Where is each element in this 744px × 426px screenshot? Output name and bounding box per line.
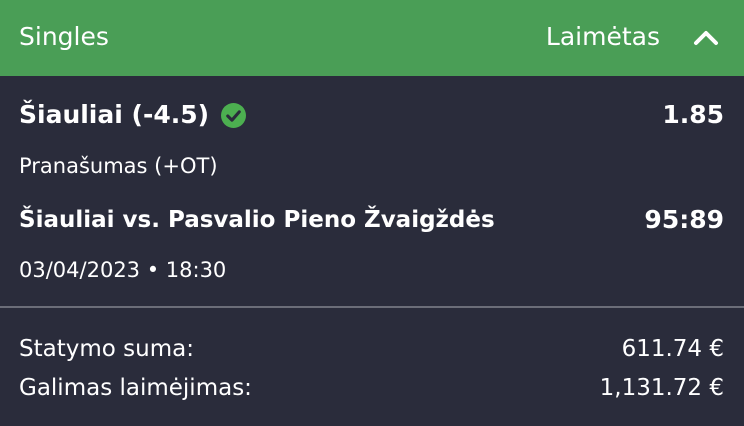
event-datetime: 03/04/2023 • 18:30 xyxy=(19,258,227,282)
bet-header[interactable]: Singles Laimėtas xyxy=(0,0,744,76)
stake-value: 611.74 € xyxy=(621,336,724,362)
potential-win-label: Galimas laimėjimas: xyxy=(19,375,252,401)
event-score: 95:89 xyxy=(644,205,724,234)
bet-type-title: Singles xyxy=(19,22,109,51)
selection-odds: 1.85 xyxy=(662,100,724,129)
selection-name: Šiauliai (-4.5) xyxy=(19,100,210,129)
divider xyxy=(0,306,744,308)
chevron-up-icon xyxy=(694,31,718,45)
selection-row: Šiauliai (-4.5) xyxy=(19,98,247,132)
bet-status-label: Laimėtas xyxy=(545,22,660,51)
collapse-button[interactable] xyxy=(690,22,722,54)
check-circle-icon xyxy=(221,102,247,128)
event-name: Šiauliai vs. Pasvalio Pieno Žvaigždės xyxy=(19,207,495,233)
stake-label: Statymo suma: xyxy=(19,336,194,362)
bet-slip-card: Singles Laimėtas Šiauliai (-4.5) 1.85 Pr… xyxy=(0,0,744,426)
market-name: Pranašumas (+OT) xyxy=(19,154,218,178)
potential-win-value: 1,131.72 € xyxy=(599,375,724,401)
